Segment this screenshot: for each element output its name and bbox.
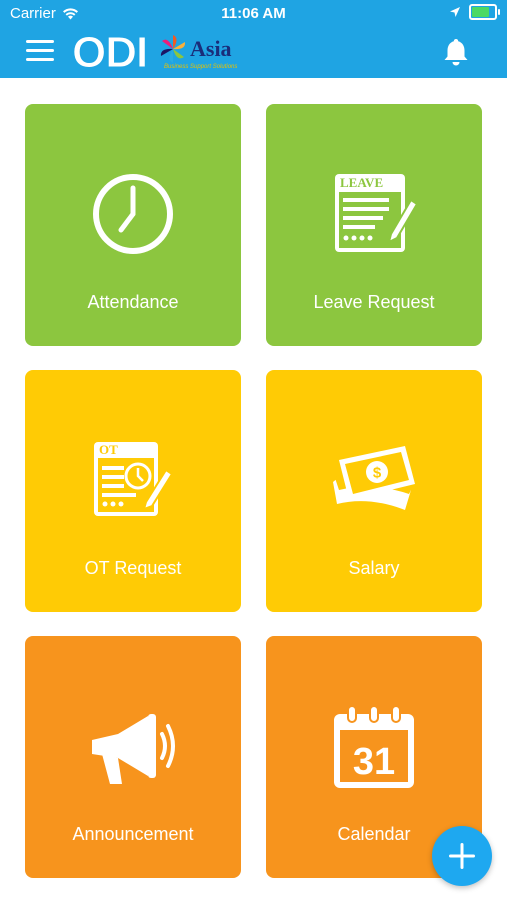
logo-tagline: Business Support Solutions xyxy=(164,64,238,70)
tile-label: OT Request xyxy=(84,558,182,578)
tile-label: Attendance xyxy=(87,292,179,312)
tile-announcement[interactable]: Announcement xyxy=(25,636,241,878)
icon-wrap xyxy=(25,704,241,788)
pinwheel-icon xyxy=(160,35,186,63)
menu-grid: Attendance LEAVE Leave Request OT OT Req… xyxy=(0,78,507,900)
tile-ot-request[interactable]: OT OT Request xyxy=(25,370,241,612)
status-right xyxy=(449,4,500,20)
leave-form-icon: LEAVE xyxy=(335,174,419,252)
battery-icon xyxy=(469,4,500,20)
battery-fill xyxy=(472,7,489,17)
megaphone-icon xyxy=(92,714,175,784)
nav-bar: ODI Asia Business Support Solutions xyxy=(0,28,507,78)
location-arrow-icon xyxy=(450,7,460,17)
plus-icon xyxy=(449,843,475,869)
calendar-day-text: 31 xyxy=(353,741,395,783)
top-bar: Carrier 11:06 AM ODI Asia Business Suppo… xyxy=(0,0,507,78)
logo-asia-text: Asia xyxy=(190,36,232,61)
hamburger-menu-icon[interactable] xyxy=(26,40,54,62)
tile-label: Salary xyxy=(348,558,400,578)
ot-form-icon: OT xyxy=(94,442,174,516)
clock-icon xyxy=(93,174,173,254)
logo-odi-text: ODI xyxy=(71,28,148,77)
icon-wrap: OT xyxy=(25,438,241,522)
bell-icon[interactable] xyxy=(443,37,469,67)
clock-time: 11:06 AM xyxy=(221,5,286,22)
add-fab-button[interactable] xyxy=(432,826,492,886)
svg-text:$: $ xyxy=(373,465,382,482)
calendar-icon: 31 xyxy=(334,705,414,788)
tile-leave-request[interactable]: LEAVE Leave Request xyxy=(266,104,482,346)
icon-wrap: $ xyxy=(266,438,482,522)
ot-icon-text: OT xyxy=(99,442,118,457)
money-icon: $ xyxy=(333,446,415,510)
tile-salary[interactable]: $ Salary xyxy=(266,370,482,612)
icon-wrap: LEAVE xyxy=(266,172,482,256)
app-logo: ODI Asia Business Support Solutions xyxy=(71,28,254,77)
tile-attendance[interactable]: Attendance xyxy=(25,104,241,346)
tile-label: Leave Request xyxy=(313,292,435,312)
leave-icon-text: LEAVE xyxy=(340,175,383,190)
icon-wrap: 31 xyxy=(266,704,482,788)
tile-label: Announcement xyxy=(72,824,194,844)
icon-wrap xyxy=(25,172,241,256)
status-bar: Carrier 11:06 AM xyxy=(0,0,507,28)
